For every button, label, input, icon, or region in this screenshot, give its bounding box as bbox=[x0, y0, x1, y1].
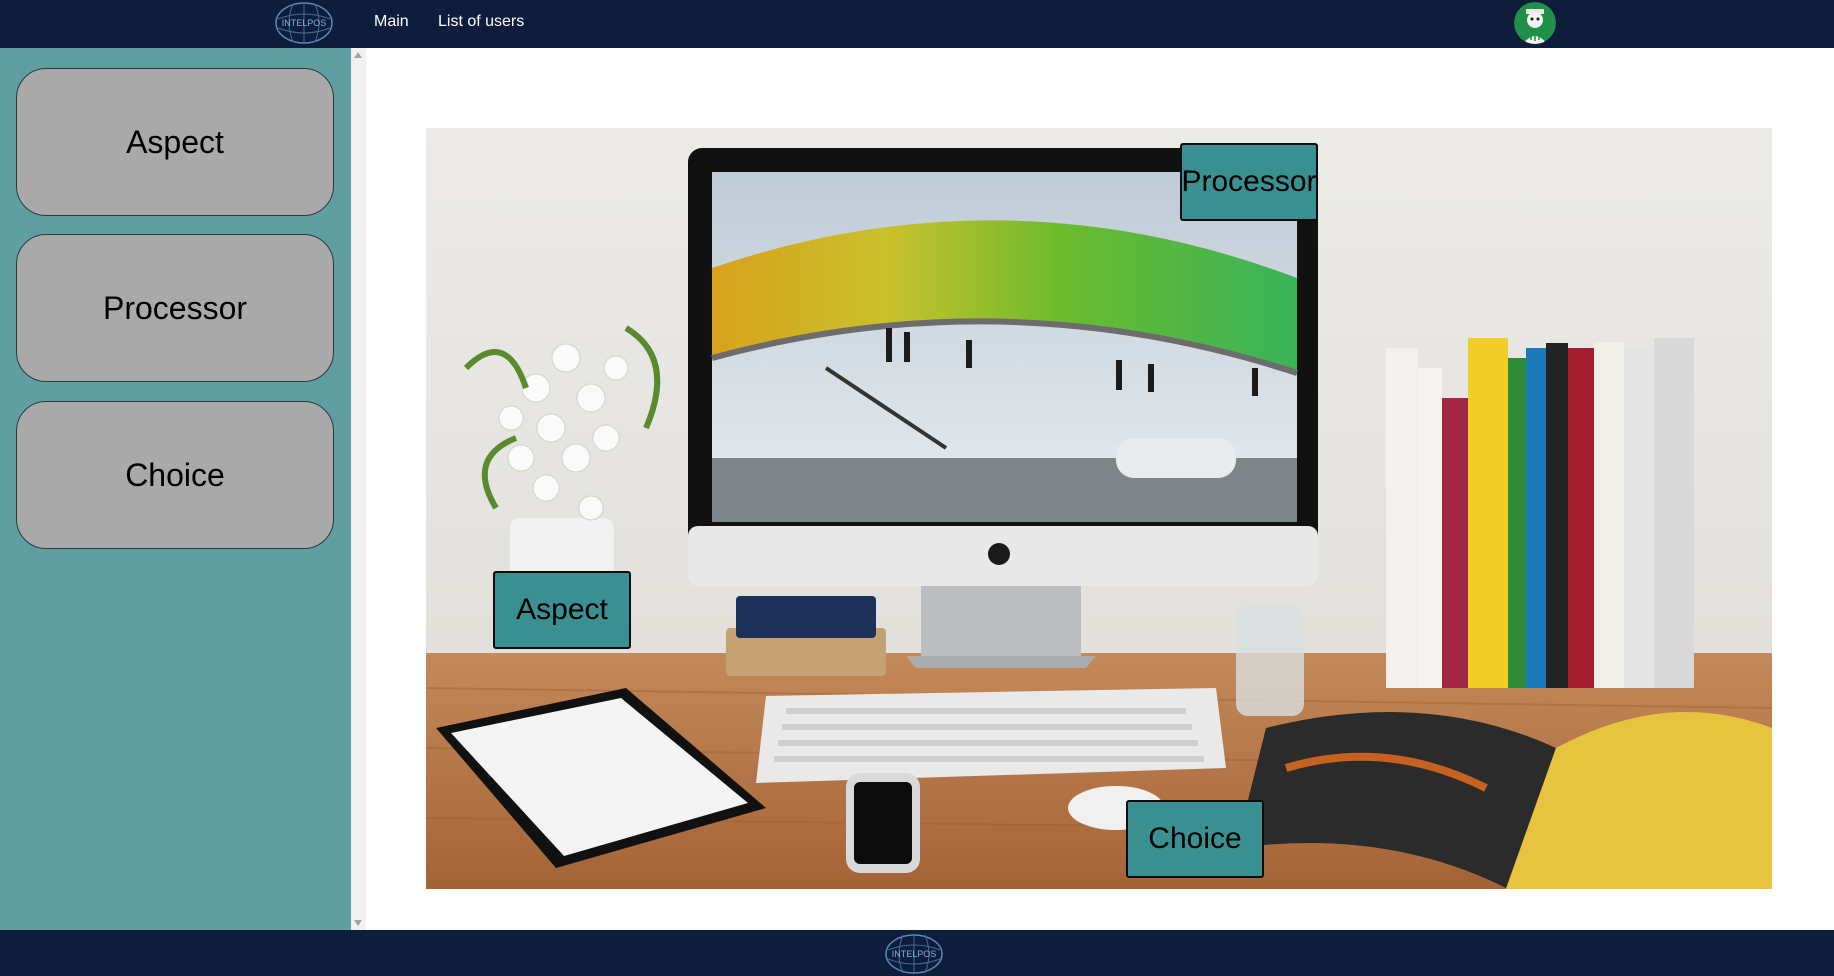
vertical-scrollbar[interactable] bbox=[351, 48, 366, 930]
scroll-down-arrow-icon[interactable] bbox=[354, 920, 362, 926]
hotspot-processor[interactable]: Processor bbox=[1180, 143, 1318, 221]
user-avatar[interactable] bbox=[1514, 2, 1556, 44]
top-navbar: INTELPOS Main List of users bbox=[0, 0, 1834, 48]
sidebar-button-aspect[interactable]: Aspect bbox=[16, 68, 334, 216]
desk-scene-image: Processor Aspect Choice bbox=[426, 128, 1772, 889]
footer-logo-text: INTELPOS bbox=[892, 949, 937, 959]
sidebar-button-processor[interactable]: Processor bbox=[16, 234, 334, 382]
desk-scene-illustration bbox=[426, 128, 1772, 889]
footer-intelpos-logo[interactable]: INTELPOS bbox=[883, 932, 945, 976]
sidebar-button-choice[interactable]: Choice bbox=[16, 401, 334, 549]
hotspot-choice[interactable]: Choice bbox=[1126, 800, 1264, 878]
nav-main[interactable]: Main bbox=[374, 13, 409, 31]
hotspot-aspect[interactable]: Aspect bbox=[493, 571, 631, 649]
logo-text: INTELPOS bbox=[282, 18, 327, 28]
intelpos-logo[interactable]: INTELPOS bbox=[273, 1, 335, 46]
sidebar: Aspect Processor Choice bbox=[0, 48, 351, 930]
nav-list-of-users[interactable]: List of users bbox=[438, 13, 524, 31]
footer: INTELPOS bbox=[0, 930, 1834, 976]
avatar-icon bbox=[1514, 2, 1556, 44]
scroll-up-arrow-icon[interactable] bbox=[354, 52, 362, 58]
